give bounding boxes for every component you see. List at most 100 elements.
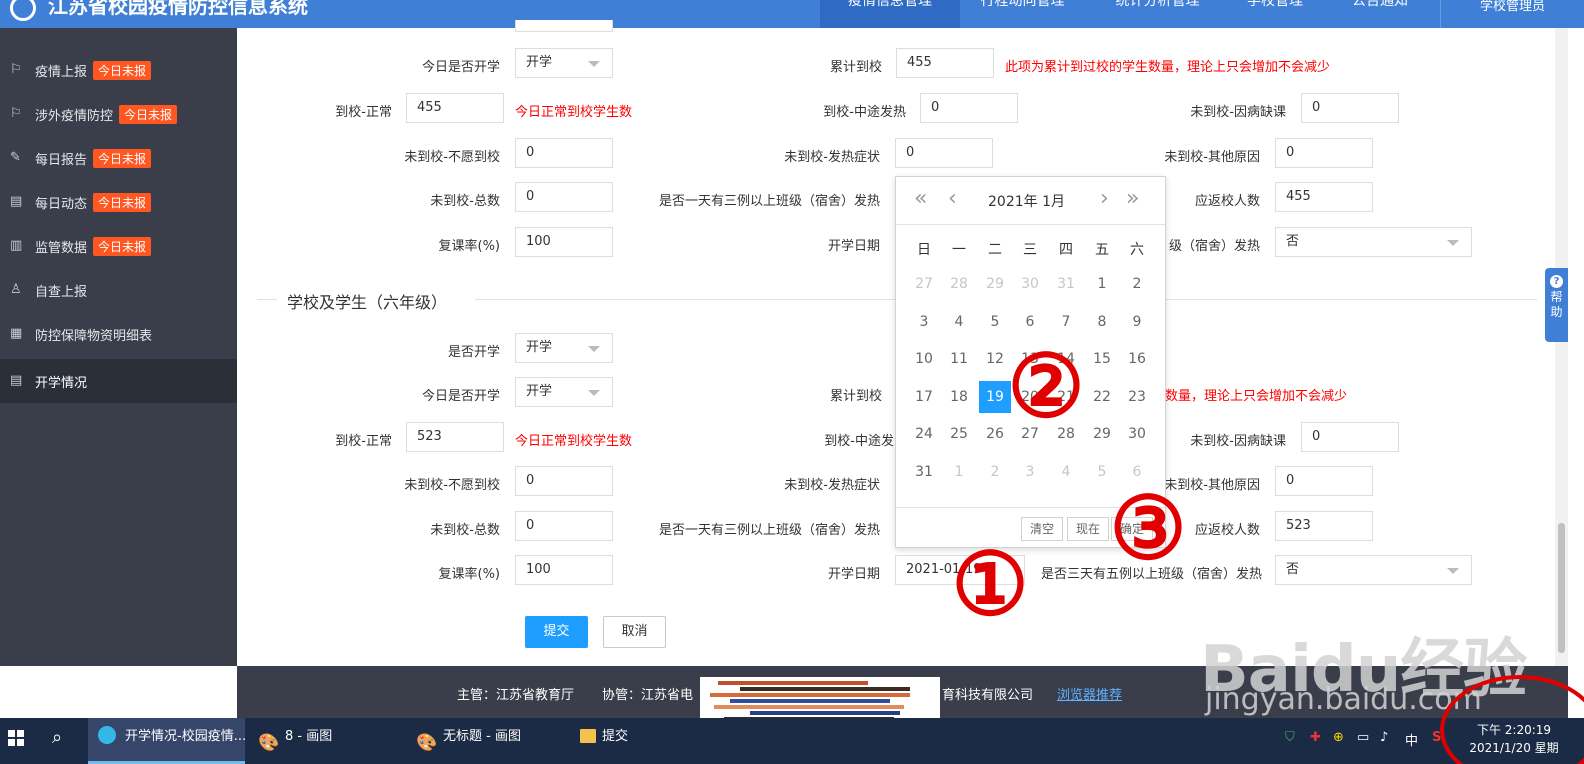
today-open-select[interactable]: 开学 (515, 48, 613, 78)
day-cell[interactable]: 2 (1121, 268, 1153, 300)
user-menu[interactable]: 学校管理员 (1440, 0, 1584, 28)
prev-month-icon[interactable]: ‹ (948, 187, 957, 211)
sidebar-item-self-check[interactable]: ♙ 自查上报 (0, 268, 237, 312)
taskbar-item-browser[interactable]: 开学情况-校园疫情... (88, 718, 246, 764)
next-year-icon[interactable]: » (1126, 187, 1139, 211)
day-cell[interactable]: 24 (908, 418, 940, 450)
resume-input[interactable]: 100 (515, 555, 613, 585)
security-icon[interactable]: ⛉ (1285, 730, 1295, 745)
day-cell[interactable]: 30 (1121, 418, 1153, 450)
taskbar-item-folder[interactable]: 提交 (570, 718, 720, 764)
help-tab[interactable]: ? 帮助 (1545, 268, 1568, 342)
windows-start-icon[interactable] (8, 730, 24, 746)
unwilling-input[interactable]: 0 (515, 138, 613, 168)
sick-input[interactable]: 0 (1301, 93, 1399, 123)
nav-tab-notice[interactable]: 公告通知 (1340, 0, 1420, 28)
day-cell[interactable]: 23 (1121, 381, 1153, 413)
sidebar-item-school-opening[interactable]: ▤ 开学情况 (0, 359, 237, 403)
date-picker-header: « ‹ 2021年 1月 › » (896, 177, 1165, 225)
day-cell[interactable]: 18 (943, 381, 975, 413)
day-cell[interactable]: 25 (943, 418, 975, 450)
volume-icon[interactable]: ♪ (1380, 730, 1388, 745)
sidebar-item-daily-report[interactable]: ✎ 每日报告 今日未报 (0, 136, 237, 180)
total-input[interactable]: 0 (515, 182, 613, 212)
day-cell[interactable]: 5 (979, 306, 1011, 338)
help-label: 帮助 (1550, 290, 1563, 319)
day-cell[interactable]: 4 (943, 306, 975, 338)
nav-tab-statistics[interactable]: 统计分析管理 (1100, 0, 1215, 28)
day-cell[interactable]: 1 (943, 456, 975, 488)
total-input[interactable]: 0 (515, 511, 613, 541)
user-icon: ♙ (10, 282, 22, 297)
day-cell[interactable]: 7 (1050, 306, 1082, 338)
day-cell[interactable]: 10 (908, 343, 940, 375)
unwilling-input[interactable]: 0 (515, 466, 613, 496)
censor-overlay (700, 677, 940, 723)
sidebar-item-supplies[interactable]: ▦ 防控保障物资明细表 (0, 312, 237, 356)
nav-tab-epidemic-info[interactable]: 疫情信息管理 (820, 0, 960, 28)
day-cell[interactable]: 3 (908, 306, 940, 338)
next-month-icon[interactable]: › (1100, 187, 1109, 211)
day-cell[interactable]: 30 (1014, 268, 1046, 300)
resume-input[interactable]: 100 (515, 227, 613, 257)
submit-button[interactable]: 提交 (525, 616, 588, 648)
day-cell[interactable]: 31 (908, 456, 940, 488)
nav-tab-school[interactable]: 学校管理 (1235, 0, 1315, 28)
cumulative-input[interactable]: 455 (896, 48, 994, 78)
sidebar-item-supervision[interactable]: ▥ 监管数据 今日未报 (0, 224, 237, 268)
cancel-button[interactable]: 取消 (603, 616, 666, 648)
today-open-select[interactable]: 开学 (515, 377, 613, 407)
class5-select[interactable]: 否 (1275, 227, 1472, 257)
open-select[interactable]: 开学 (515, 333, 613, 363)
weekday-label: 五 (1095, 242, 1109, 258)
day-cell[interactable]: 31 (1050, 268, 1082, 300)
plus-icon[interactable]: ⊕ (1333, 730, 1344, 745)
other-input[interactable]: 0 (1275, 138, 1373, 168)
search-icon[interactable]: ⌕ (52, 727, 62, 748)
day-cell[interactable]: 17 (908, 381, 940, 413)
resume-label: 复课率(%) (438, 239, 501, 254)
normal-input[interactable]: 455 (406, 93, 504, 123)
day-cell[interactable]: 3 (1014, 456, 1046, 488)
day-cell[interactable]: 27 (908, 268, 940, 300)
day-cell[interactable]: 4 (1050, 456, 1082, 488)
day-cell[interactable]: 29 (979, 268, 1011, 300)
sidebar-item-daily-news[interactable]: ▤ 每日动态 今日未报 (0, 180, 237, 224)
taskbar: ⌕ 开学情况-校园疫情... 🎨 8 - 画图 🎨 无标题 - 画图 提交 ⛉ ✚ … (0, 718, 1584, 764)
day-cell[interactable]: 28 (943, 268, 975, 300)
prev-year-icon[interactable]: « (914, 187, 927, 211)
partial-input[interactable] (515, 20, 613, 32)
day-cell[interactable]: 16 (1121, 343, 1153, 375)
scrollbar[interactable] (1555, 28, 1568, 666)
sidebar-item-epidemic-report[interactable]: ⚐ 疫情上报 今日未报 (0, 48, 237, 92)
day-cell[interactable]: 11 (943, 343, 975, 375)
return-input[interactable]: 455 (1275, 182, 1373, 212)
antivirus-icon[interactable]: ✚ (1310, 730, 1321, 745)
sidebar-item-label: 监管数据 (35, 241, 88, 256)
day-cell[interactable]: 2 (979, 456, 1011, 488)
today-open-label: 今日是否开学 (421, 60, 500, 75)
midfever-input[interactable]: 0 (920, 93, 1018, 123)
day-cell[interactable]: 6 (1014, 306, 1046, 338)
taskbar-item-label: 无标题 - 画图 (443, 729, 521, 744)
taskbar-item-paint-1[interactable]: 🎨 8 - 画图 (248, 718, 403, 764)
network-icon[interactable]: ▭ (1357, 730, 1369, 745)
annotation-one: ① (951, 534, 1029, 635)
sick-input[interactable]: 0 (1301, 422, 1399, 452)
other-label: 未到校-其他原因 (1164, 150, 1260, 165)
class5-select[interactable]: 否 (1275, 555, 1472, 585)
sidebar-item-foreign-control[interactable]: ⚐ 涉外疫情防控 今日未报 (0, 92, 237, 136)
ime-indicator[interactable]: 中 (1405, 730, 1418, 749)
day-cell[interactable]: 1 (1086, 268, 1118, 300)
browser-link[interactable]: 浏览器推荐 (1057, 684, 1122, 703)
day-cell[interactable]: 8 (1086, 306, 1118, 338)
year-month-label[interactable]: 2021年 1月 (988, 191, 1065, 211)
other-input[interactable]: 0 (1275, 466, 1373, 496)
return-input[interactable]: 523 (1275, 511, 1373, 541)
day-cell[interactable]: 9 (1121, 306, 1153, 338)
nav-tab-itinerary[interactable]: 行程动向管理 (965, 0, 1080, 28)
fever-input[interactable]: 0 (895, 138, 993, 168)
scrollbar-thumb[interactable] (1558, 523, 1565, 653)
normal-input[interactable]: 523 (406, 422, 504, 452)
taskbar-item-paint-2[interactable]: 🎨 无标题 - 画图 (406, 718, 566, 764)
